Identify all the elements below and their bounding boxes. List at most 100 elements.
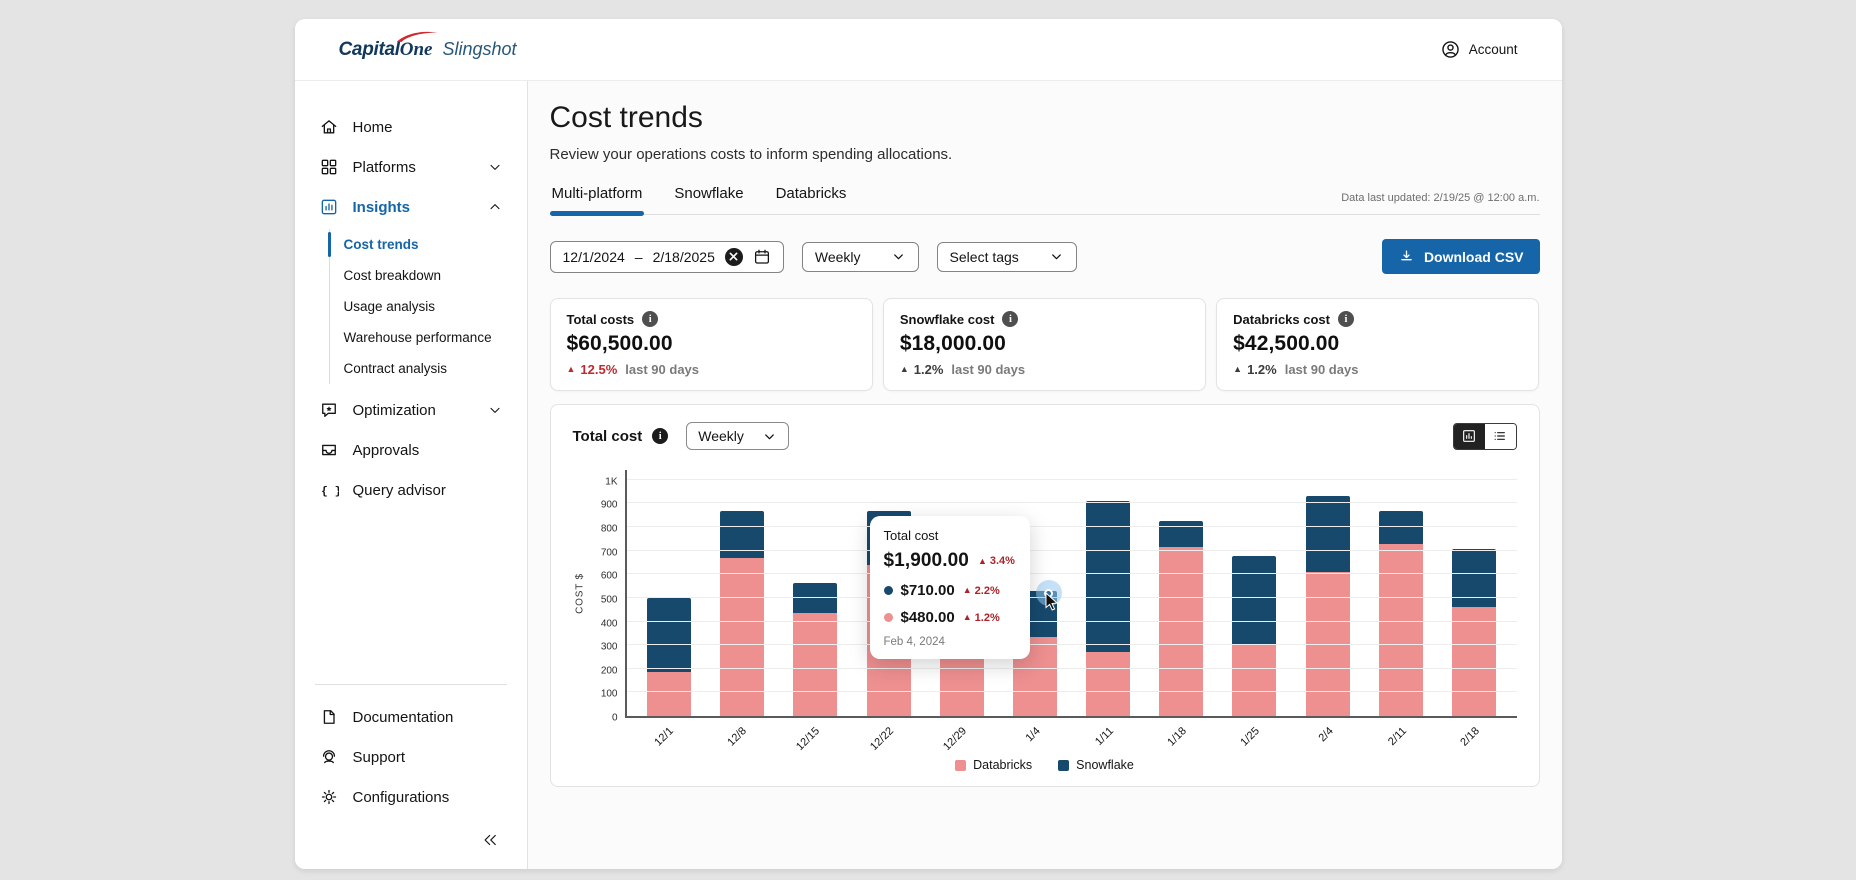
x-label-slot: 1/18 bbox=[1144, 718, 1217, 756]
sidebar-item-configurations[interactable]: Configurations bbox=[295, 777, 527, 817]
chevron-down-icon bbox=[487, 159, 503, 175]
tab-snowflake[interactable]: Snowflake bbox=[672, 179, 745, 214]
bar-group-2-4[interactable] bbox=[1291, 496, 1364, 716]
page-title: Cost trends bbox=[549, 101, 703, 134]
y-axis-ticks: 0 100 200 300 400 500 600 700 800 900 1K bbox=[591, 470, 625, 724]
capital-one-swoosh-icon bbox=[396, 31, 437, 42]
sidebar-item-documentation[interactable]: Documentation bbox=[295, 697, 527, 737]
legend-item-snowflake[interactable]: Snowflake bbox=[1058, 758, 1134, 772]
x-tick-2-18: 2/18 bbox=[1458, 725, 1483, 749]
bar-group-1-11[interactable] bbox=[1072, 501, 1145, 716]
chevron-down-icon bbox=[487, 402, 503, 418]
granularity-select[interactable]: Weekly bbox=[801, 241, 919, 272]
chevron-up-icon bbox=[487, 199, 503, 215]
x-label-slot: 12/22 bbox=[850, 718, 923, 756]
snowflake-segment bbox=[1378, 511, 1423, 544]
date-start-value: 12/1/2024 bbox=[562, 248, 625, 265]
tooltip-databricks-row: $480.00 ▲ 1.2% bbox=[883, 609, 1016, 626]
chart-view-toggle-button[interactable] bbox=[1453, 423, 1485, 449]
x-tick-1-18: 1/18 bbox=[1165, 725, 1189, 749]
trend-up-icon: ▲ bbox=[1233, 364, 1243, 374]
bars-container bbox=[627, 470, 1517, 716]
brand-logo[interactable]: Capital One Slingshot bbox=[338, 31, 517, 61]
chart-tooltip: Total cost $1,900.00 ▲ 3.4% $710.00 ▲ 2.2% bbox=[869, 516, 1030, 659]
sidebar-subitem-usage-analysis[interactable]: Usage analysis bbox=[330, 291, 527, 322]
gridline bbox=[626, 550, 1517, 551]
table-view-toggle-button[interactable] bbox=[1484, 423, 1516, 449]
stacked-bar bbox=[647, 598, 692, 716]
info-icon[interactable]: i bbox=[642, 311, 659, 327]
tooltip-databricks-value: $480.00 bbox=[900, 609, 955, 626]
gridline bbox=[626, 691, 1517, 692]
bar-group-1-25[interactable] bbox=[1218, 556, 1291, 716]
y-tick-300: 300 bbox=[600, 641, 618, 653]
chart-granularity-select[interactable]: Weekly bbox=[686, 422, 789, 450]
date-range-input[interactable]: 12/1/2024 – 2/18/2025 bbox=[549, 240, 784, 273]
sidebar-item-home[interactable]: Home bbox=[295, 107, 527, 147]
sidebar-subitem-cost-trends[interactable]: Cost trends bbox=[327, 229, 527, 260]
sidebar-item-platforms[interactable]: Platforms bbox=[295, 147, 527, 187]
tags-placeholder: Select tags bbox=[949, 248, 1019, 265]
x-tick-12-1: 12/1 bbox=[652, 725, 676, 749]
info-icon[interactable]: i bbox=[1337, 311, 1354, 327]
tags-select[interactable]: Select tags bbox=[936, 241, 1077, 272]
stat-card-period: last 90 days bbox=[951, 362, 1026, 377]
sidebar-divider bbox=[314, 684, 507, 685]
sidebar-item-query-advisor[interactable]: { } Query advisor bbox=[295, 470, 527, 510]
granularity-value: Weekly bbox=[814, 248, 861, 265]
bar-group-2-11[interactable] bbox=[1364, 511, 1437, 716]
tooltip-total-trend: 3.4% bbox=[989, 555, 1015, 567]
bar-group-12-1[interactable] bbox=[633, 598, 706, 716]
download-csv-button[interactable]: Download CSV bbox=[1381, 239, 1540, 274]
y-tick-900: 900 bbox=[600, 499, 618, 511]
tooltip-title: Total cost bbox=[883, 528, 939, 543]
x-label-slot: 2/11 bbox=[1364, 718, 1437, 756]
legend-item-databricks[interactable]: Databricks bbox=[955, 758, 1032, 772]
bar-group-12-8[interactable] bbox=[706, 511, 779, 716]
sidebar-subitem-warehouse-performance[interactable]: Warehouse performance bbox=[330, 322, 527, 353]
sidebar-item-insights[interactable]: Insights bbox=[295, 187, 527, 227]
snowflake-segment bbox=[1451, 549, 1496, 607]
chart-legend: Databricks Snowflake bbox=[573, 758, 1517, 776]
stacked-bar bbox=[793, 583, 838, 716]
stat-card-value: $60,500.00 bbox=[566, 332, 673, 355]
stacked-bar bbox=[1086, 501, 1131, 716]
brand-capital: Capital bbox=[338, 38, 401, 60]
sidebar-item-optimization[interactable]: Optimization bbox=[295, 390, 527, 430]
gridline bbox=[626, 597, 1517, 598]
y-tick-600: 600 bbox=[600, 570, 618, 582]
x-tick-2-4: 2/4 bbox=[1316, 725, 1336, 745]
stacked-bar bbox=[1305, 496, 1350, 716]
sidebar-item-label: Insights bbox=[352, 198, 411, 216]
sidebar: Home Platforms Insights Cost trends Cost b… bbox=[294, 81, 528, 869]
snowflake-segment bbox=[1305, 496, 1350, 572]
clear-date-button[interactable] bbox=[724, 247, 743, 266]
bar-group-12-15[interactable] bbox=[779, 583, 852, 716]
chart-granularity-value: Weekly bbox=[698, 428, 744, 444]
optimization-icon bbox=[319, 400, 339, 420]
svg-text:{ }: { } bbox=[321, 486, 339, 498]
info-icon[interactable]: i bbox=[1002, 311, 1019, 327]
x-label-slot: 1/4 bbox=[997, 718, 1070, 756]
filter-row: 12/1/2024 – 2/18/2025 Weekly Select tags… bbox=[549, 239, 1540, 274]
account-button[interactable]: Account bbox=[1440, 39, 1518, 60]
x-tick-1-4: 1/4 bbox=[1022, 725, 1043, 745]
stat-card-period: last 90 days bbox=[1284, 362, 1359, 377]
gridline bbox=[626, 621, 1517, 622]
documentation-icon bbox=[319, 707, 339, 727]
sidebar-item-support[interactable]: Support bbox=[295, 737, 527, 777]
sidebar-item-approvals[interactable]: Approvals bbox=[295, 430, 527, 470]
sidebar-collapse-button[interactable] bbox=[481, 831, 501, 851]
sidebar-subitem-cost-breakdown[interactable]: Cost breakdown bbox=[330, 260, 527, 291]
x-label-slot: 2/4 bbox=[1290, 718, 1363, 756]
tab-multi-platform[interactable]: Multi-platform bbox=[549, 179, 645, 216]
calendar-icon[interactable] bbox=[753, 248, 771, 266]
info-icon[interactable]: i bbox=[652, 428, 669, 444]
snowflake-segment bbox=[1086, 501, 1131, 652]
stat-card-label: Total costs bbox=[566, 311, 635, 327]
stat-card-value: $18,000.00 bbox=[899, 332, 1006, 355]
sidebar-subitem-contract-analysis[interactable]: Contract analysis bbox=[330, 353, 527, 384]
tab-databricks[interactable]: Databricks bbox=[774, 179, 849, 214]
gridline bbox=[626, 502, 1517, 503]
download-csv-label: Download CSV bbox=[1423, 248, 1524, 265]
